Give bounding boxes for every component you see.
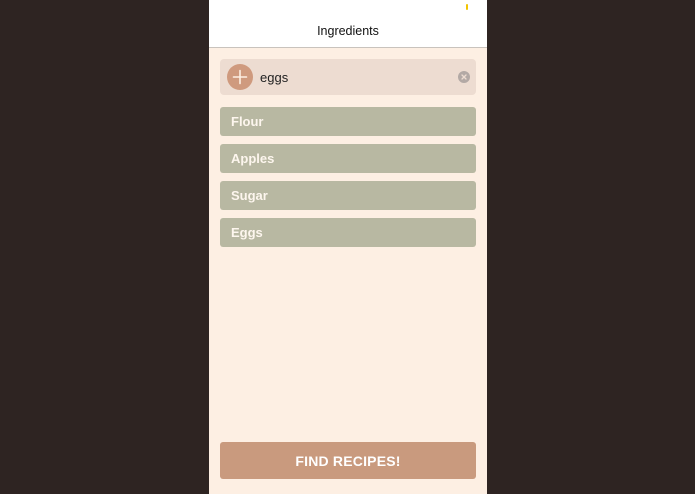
- ingredient-list: Flour Apples Sugar Eggs: [220, 107, 476, 255]
- page-title: Ingredients: [317, 24, 379, 38]
- ingredient-label: Flour: [231, 114, 264, 129]
- add-ingredient-button[interactable]: [227, 64, 253, 90]
- ingredient-input[interactable]: [260, 66, 446, 88]
- clear-circle-icon: [461, 74, 467, 80]
- find-recipes-button[interactable]: FIND RECIPES!: [220, 442, 476, 479]
- clear-input-button[interactable]: [458, 71, 470, 83]
- ingredient-item-sugar[interactable]: Sugar: [220, 181, 476, 210]
- find-recipes-label: FIND RECIPES!: [295, 453, 401, 469]
- status-indicator-icon: [466, 4, 468, 10]
- ingredient-label: Sugar: [231, 188, 268, 203]
- ingredient-item-flour[interactable]: Flour: [220, 107, 476, 136]
- plus-icon: [232, 69, 248, 85]
- ingredient-item-eggs[interactable]: Eggs: [220, 218, 476, 247]
- phone-screen: Ingredients Flour Apples Sugar Eggs: [209, 0, 487, 494]
- ingredient-input-row: [220, 59, 476, 95]
- ingredient-item-apples[interactable]: Apples: [220, 144, 476, 173]
- navigation-bar: Ingredients: [209, 0, 487, 48]
- ingredient-label: Apples: [231, 151, 275, 166]
- ingredient-label: Eggs: [231, 225, 263, 240]
